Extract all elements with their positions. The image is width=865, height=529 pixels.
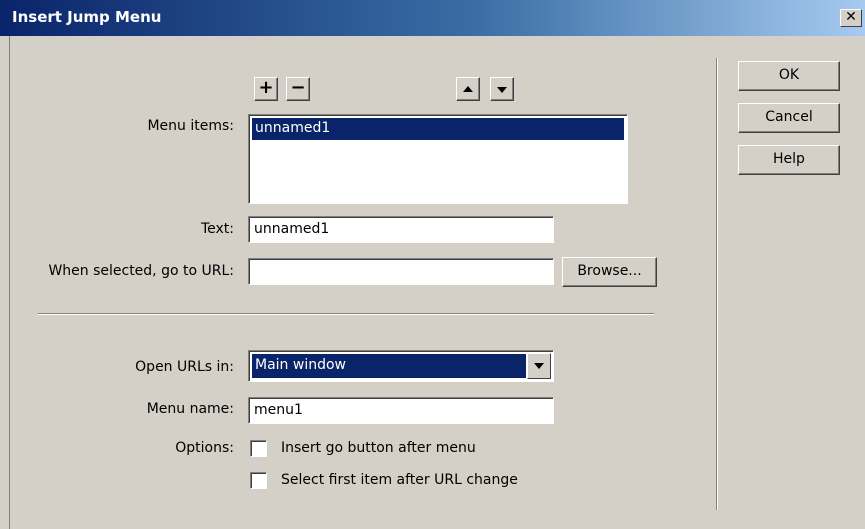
menu-items-list[interactable]: unnamed1 (248, 114, 628, 204)
text-label: Text: (200, 221, 234, 237)
menu-name-field[interactable]: menu1 (248, 397, 554, 424)
menu-items-label: Menu items: (147, 118, 234, 134)
move-up-button[interactable] (456, 77, 480, 101)
vertical-divider (716, 58, 718, 510)
help-button[interactable]: Help (738, 145, 840, 175)
options-label: Options: (175, 440, 234, 456)
arrow-down-icon (497, 87, 507, 93)
close-button[interactable]: ✕ (840, 9, 862, 27)
plus-icon: + (258, 77, 274, 98)
move-down-button[interactable] (490, 77, 514, 101)
select-first-item-label[interactable]: Select first item after URL change (281, 472, 518, 488)
dropdown-button[interactable] (527, 353, 551, 379)
insert-go-button-label[interactable]: Insert go button after menu (281, 440, 476, 456)
title-bar[interactable]: Insert Jump Menu ✕ (0, 0, 865, 36)
arrow-up-icon (463, 86, 473, 92)
minus-icon: − (290, 77, 306, 98)
ok-button[interactable]: OK (738, 61, 840, 91)
url-field[interactable] (248, 258, 554, 285)
text-field[interactable]: unnamed1 (248, 216, 554, 243)
open-urls-value: Main window (252, 354, 526, 378)
menu-name-label: Menu name: (146, 401, 234, 417)
remove-item-button[interactable]: − (286, 77, 310, 101)
section-divider (38, 313, 654, 315)
dialog-title: Insert Jump Menu (12, 8, 162, 26)
add-item-button[interactable]: + (254, 77, 278, 101)
browse-button[interactable]: Browse... (562, 257, 657, 287)
list-item[interactable]: unnamed1 (252, 118, 624, 140)
cancel-button[interactable]: Cancel (738, 103, 840, 133)
insert-go-button-checkbox[interactable] (250, 440, 267, 457)
insert-jump-menu-dialog: Insert Jump Menu ✕ + − Menu items: unnam… (0, 0, 865, 529)
open-urls-label: Open URLs in: (135, 359, 234, 375)
select-first-item-checkbox[interactable] (250, 472, 267, 489)
close-icon: ✕ (845, 9, 857, 25)
dialog-left-edge (9, 36, 10, 529)
open-urls-select[interactable]: Main window (248, 350, 554, 382)
url-label: When selected, go to URL: (48, 263, 234, 279)
chevron-down-icon (534, 363, 544, 369)
